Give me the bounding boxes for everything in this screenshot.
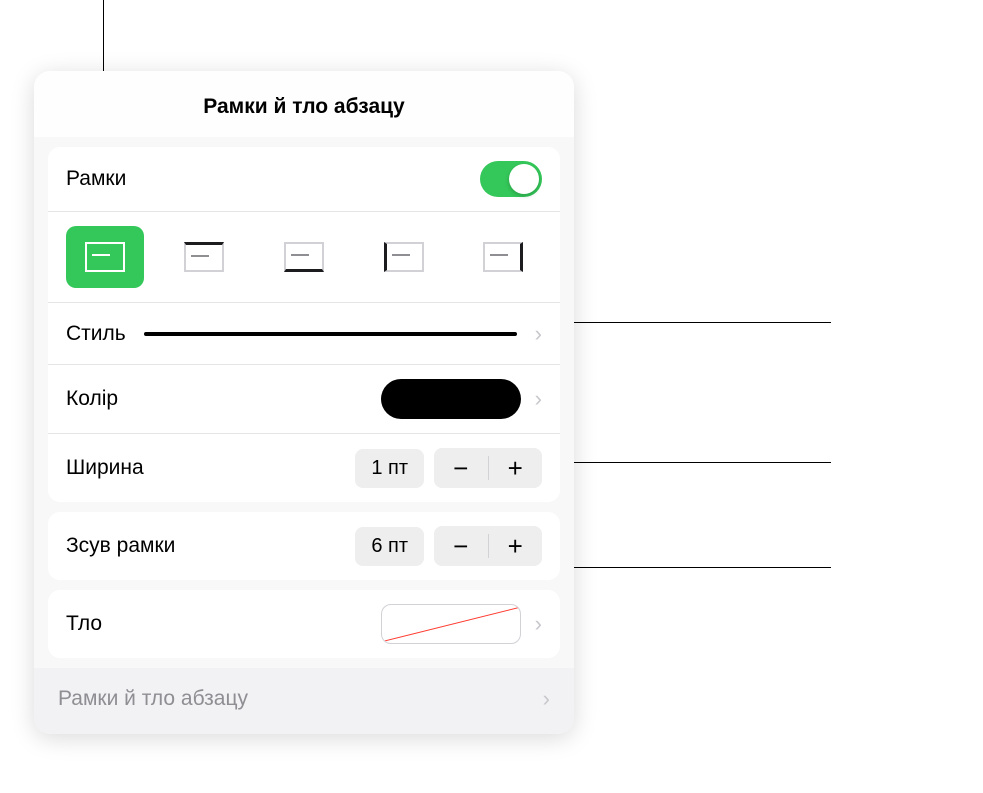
- bottom-nav-row[interactable]: Рамки й тло абзацу ›: [34, 668, 574, 734]
- color-swatch: [381, 379, 521, 419]
- color-row[interactable]: Колір ›: [48, 365, 560, 434]
- chevron-right-icon: ›: [535, 321, 542, 347]
- chevron-right-icon: ›: [543, 686, 550, 712]
- offset-increment-button[interactable]: +: [489, 526, 543, 566]
- border-all-icon: [85, 242, 125, 272]
- offset-value: 6 пт: [355, 527, 424, 566]
- width-value: 1 пт: [355, 449, 424, 488]
- border-top-button[interactable]: [166, 226, 244, 288]
- background-swatch: [381, 604, 521, 644]
- border-right-button[interactable]: [464, 226, 542, 288]
- bottom-nav-label: Рамки й тло абзацу: [58, 687, 248, 711]
- style-label: Стиль: [66, 322, 126, 346]
- style-preview: [144, 332, 517, 336]
- width-decrement-button[interactable]: −: [434, 448, 488, 488]
- width-increment-button[interactable]: +: [489, 448, 543, 488]
- width-label: Ширина: [66, 456, 144, 480]
- borders-group: Рамки: [48, 147, 560, 502]
- offset-stepper: − +: [434, 526, 542, 566]
- panel-pointer-arrow: [290, 732, 318, 734]
- border-all-button[interactable]: [66, 226, 144, 288]
- borders-background-panel: Рамки й тло абзацу Рамки: [34, 71, 574, 734]
- panel-title: Рамки й тло абзацу: [34, 71, 574, 137]
- offset-row: Зсув рамки 6 пт − +: [48, 512, 560, 580]
- width-row: Ширина 1 пт − +: [48, 434, 560, 502]
- chevron-right-icon: ›: [535, 386, 542, 412]
- offset-label: Зсув рамки: [66, 534, 175, 558]
- color-label: Колір: [66, 387, 118, 411]
- style-row[interactable]: Стиль ›: [48, 303, 560, 365]
- background-group: Тло ›: [48, 590, 560, 658]
- offset-group: Зсув рамки 6 пт − +: [48, 512, 560, 580]
- border-position-row: [48, 212, 560, 303]
- borders-label: Рамки: [66, 167, 126, 191]
- border-bottom-icon: [284, 242, 324, 272]
- no-fill-icon: [381, 604, 521, 644]
- borders-toggle[interactable]: [480, 161, 542, 197]
- width-stepper: − +: [434, 448, 542, 488]
- border-right-icon: [483, 242, 523, 272]
- offset-decrement-button[interactable]: −: [434, 526, 488, 566]
- border-left-icon: [384, 242, 424, 272]
- borders-toggle-row: Рамки: [48, 147, 560, 212]
- border-left-button[interactable]: [365, 226, 443, 288]
- background-label: Тло: [66, 612, 102, 636]
- callout-line-style: [553, 322, 831, 323]
- border-bottom-button[interactable]: [265, 226, 343, 288]
- background-row[interactable]: Тло ›: [48, 590, 560, 658]
- toggle-knob: [509, 164, 539, 194]
- chevron-right-icon: ›: [535, 611, 542, 637]
- border-top-icon: [184, 242, 224, 272]
